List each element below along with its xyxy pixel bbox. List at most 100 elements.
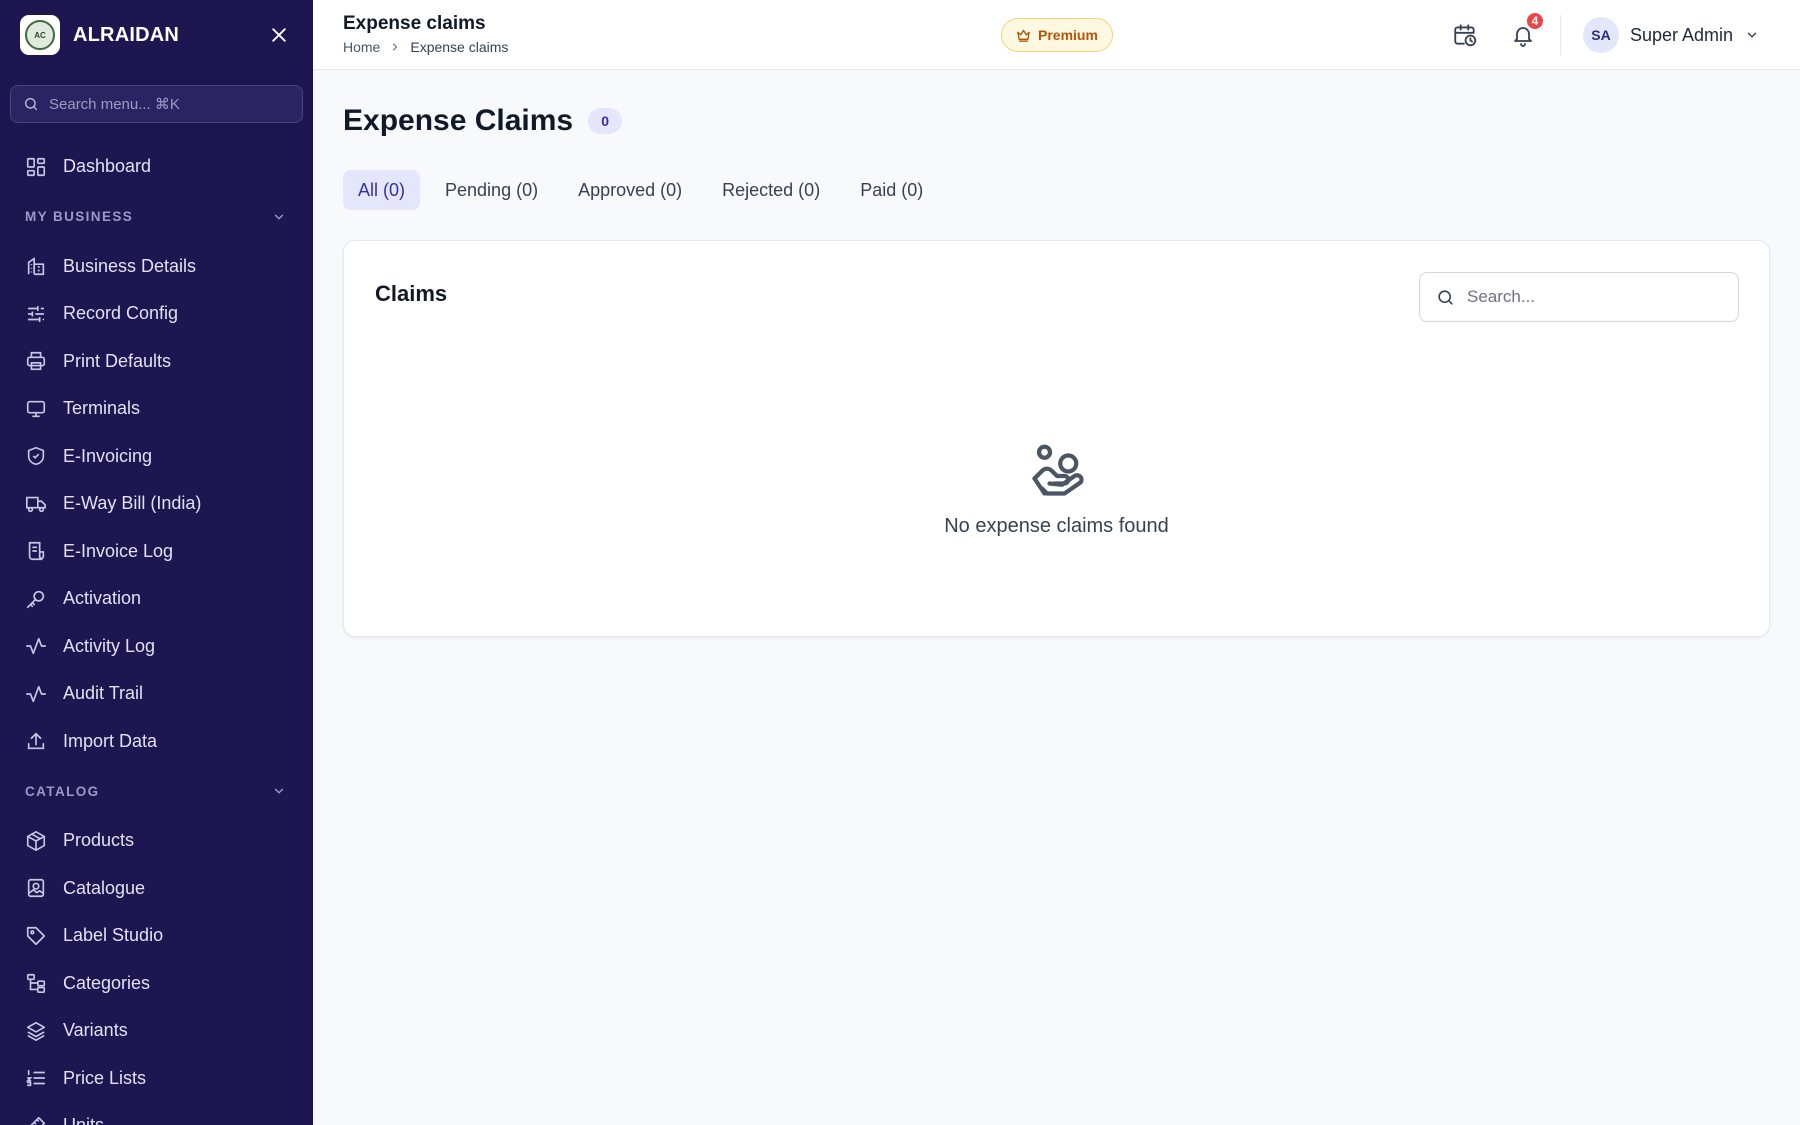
claims-card: Claims No expense claims found [343, 240, 1770, 637]
tab-rejected[interactable]: Rejected (0) [707, 170, 835, 210]
sidebar-item-import-data[interactable]: Import Data [0, 718, 313, 766]
crown-icon [1017, 29, 1030, 42]
user-menu[interactable]: SA Super Admin [1583, 17, 1759, 53]
chevron-down-icon [1747, 32, 1757, 38]
sidebar-item-label: Categories [63, 972, 151, 993]
page-title-text: Expense Claims [343, 104, 574, 137]
sidebar-item-e-way-bill[interactable]: E-Way Bill (India) [0, 480, 313, 528]
sidebar-item-activation[interactable]: Activation [0, 575, 313, 623]
topbar-title: Expense claims [343, 13, 486, 34]
sidebar-item-label: Activity Log [63, 635, 156, 656]
status-tabs: All (0) Pending (0) Approved (0) Rejecte… [343, 170, 948, 210]
notifications-button[interactable]: 4 [1507, 11, 1545, 51]
section-label: MY BUSINESS [25, 209, 134, 224]
sliders-icon [27, 305, 45, 322]
premium-badge[interactable]: Premium [1001, 18, 1113, 52]
sidebar-item-label: E-Invoicing [63, 445, 153, 466]
sidebar-item-label: Label Studio [63, 925, 164, 946]
sidebar-item-label-studio[interactable]: Label Studio [0, 912, 313, 960]
breadcrumb-home-link[interactable]: Home [343, 39, 380, 55]
calendar-clock-icon [1454, 24, 1477, 47]
sidebar-header: AC ALRAIDAN [0, 0, 313, 70]
sidebar-item-audit-trail[interactable]: Audit Trail [0, 670, 313, 718]
layers-icon [26, 1021, 46, 1041]
sidebar-search-input[interactable] [49, 95, 269, 113]
sidebar-item-record-config[interactable]: Record Config [0, 290, 313, 338]
sidebar-item-units[interactable]: Units [0, 1102, 313, 1125]
sidebar-item-print-defaults[interactable]: Print Defaults [0, 338, 313, 386]
sidebar-item-business-details[interactable]: Business Details [0, 243, 313, 291]
sidebar-item-e-invoicing[interactable]: E-Invoicing [0, 433, 313, 481]
chevron-down-icon [274, 214, 284, 220]
sidebar-item-label: Activation [63, 588, 142, 609]
page-title: Expense Claims 0 [343, 104, 623, 138]
image-icon [27, 879, 45, 898]
brand-logo[interactable]: AC [20, 15, 60, 55]
sidebar-item-label: Import Data [63, 730, 158, 751]
sidebar-item-e-invoice-log[interactable]: E-Invoice Log [0, 528, 313, 576]
sidebar-item-label: Units [63, 1115, 104, 1125]
sidebar-item-categories[interactable]: Categories [0, 960, 313, 1008]
receipt-icon [28, 542, 45, 561]
sidebar-item-activity-log[interactable]: Activity Log [0, 623, 313, 671]
close-sidebar-button[interactable] [265, 21, 293, 49]
sidebar-item-label: Record Config [63, 303, 179, 324]
tab-pending[interactable]: Pending (0) [430, 170, 553, 210]
sidebar-item-label: Audit Trail [63, 683, 144, 704]
brand-name: ALRAIDAN [73, 23, 180, 46]
search-icon [24, 97, 38, 111]
sidebar-item-label: Catalogue [63, 877, 146, 898]
brand-logo-mark: AC [25, 20, 55, 50]
claims-search-input[interactable] [1467, 287, 1717, 307]
notification-count-badge: 4 [1525, 11, 1545, 31]
card-title: Claims [375, 281, 448, 306]
printer-icon [26, 352, 46, 371]
sidebar-item-label: E-Way Bill (India) [63, 493, 202, 514]
avatar: SA [1583, 17, 1619, 53]
shield-check-icon [27, 447, 45, 466]
tab-approved[interactable]: Approved (0) [563, 170, 697, 210]
claims-count-badge: 0 [588, 108, 623, 134]
sidebar: AC ALRAIDAN Dashboard MY BUSINESS Busine… [0, 0, 313, 1125]
tab-all[interactable]: All (0) [343, 170, 421, 210]
sidebar-item-label: Products [63, 830, 135, 851]
sidebar-item-terminals[interactable]: Terminals [0, 385, 313, 433]
building-icon [27, 257, 45, 276]
activity-icon [26, 638, 46, 655]
sidebar-item-products[interactable]: Products [0, 817, 313, 865]
section-my-business[interactable]: MY BUSINESS [0, 191, 313, 243]
key-icon [26, 590, 45, 608]
sidebar-item-label: Business Details [63, 255, 197, 276]
sidebar-item-variants[interactable]: Variants [0, 1007, 313, 1055]
section-label: CATALOG [25, 783, 100, 799]
sidebar-nav: Dashboard MY BUSINESS Business Details R… [0, 143, 313, 1125]
sidebar-item-label: Print Defaults [63, 350, 172, 371]
section-catalog[interactable]: CATALOG [0, 765, 313, 817]
empty-state: No expense claims found [344, 441, 1769, 538]
list-ordered-icon [25, 1070, 46, 1087]
sidebar-search[interactable] [10, 85, 303, 123]
hierarchy-icon [26, 974, 46, 994]
sidebar-item-label: Variants [63, 1020, 128, 1041]
dashboard-icon [26, 157, 46, 176]
monitor-icon [26, 400, 46, 417]
claims-search[interactable] [1419, 272, 1739, 322]
sidebar-item-price-lists[interactable]: Price Lists [0, 1055, 313, 1103]
premium-label: Premium [1038, 27, 1098, 43]
close-icon [272, 28, 286, 42]
calendar-button[interactable] [1449, 19, 1481, 51]
sidebar-item-label: E-Invoice Log [63, 540, 174, 561]
breadcrumb: Home Expense claims [343, 39, 508, 55]
sidebar-item-catalogue[interactable]: Catalogue [0, 865, 313, 913]
sidebar-item-dashboard[interactable]: Dashboard [0, 143, 313, 191]
user-name: Super Admin [1630, 24, 1734, 45]
topbar: Expense claims Home Expense claims Premi… [313, 0, 1800, 70]
breadcrumb-current: Expense claims [410, 39, 509, 55]
activity-icon [26, 685, 46, 702]
upload-icon [27, 732, 45, 750]
sidebar-item-label: Dashboard [63, 156, 152, 177]
empty-state-message: No expense claims found [944, 515, 1169, 537]
tab-paid[interactable]: Paid (0) [845, 170, 938, 210]
sidebar-item-label: Terminals [63, 398, 141, 419]
tag-icon [26, 926, 46, 945]
